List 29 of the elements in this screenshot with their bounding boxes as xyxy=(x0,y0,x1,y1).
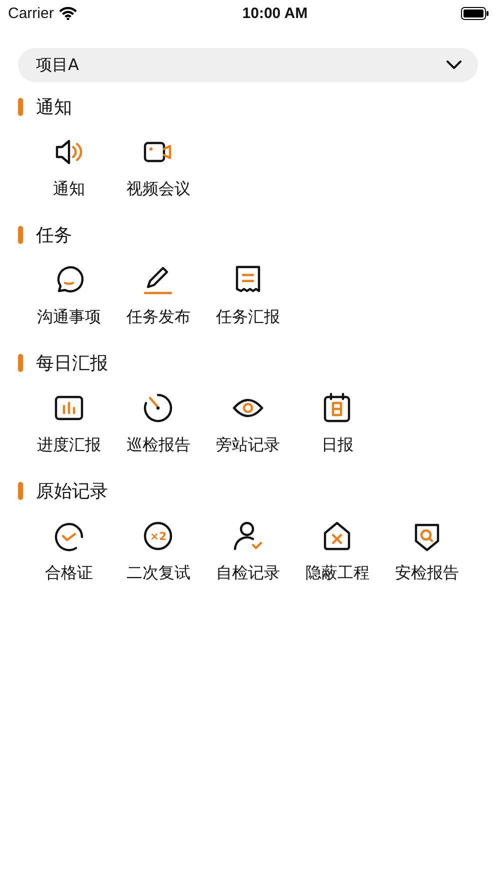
section-title: 每日汇报 xyxy=(36,352,108,375)
section-title: 任务 xyxy=(36,224,72,247)
section-marker xyxy=(18,354,23,372)
menu-item[interactable]: 任务发布 xyxy=(114,255,203,349)
menu-item[interactable]: 进度汇报 xyxy=(24,383,114,477)
chevron-down-icon xyxy=(446,60,462,70)
menu-item[interactable]: 安检报告 xyxy=(382,511,472,605)
wifi-icon xyxy=(58,6,77,20)
project-name: 项目A xyxy=(36,54,79,76)
menu-item[interactable]: 通知 xyxy=(24,127,114,221)
menu-item[interactable]: 日报 xyxy=(292,383,382,477)
menu-item[interactable]: 合格证 xyxy=(24,511,114,605)
menu-item[interactable]: 任务汇报 xyxy=(203,255,292,349)
section-marker xyxy=(18,482,23,500)
menu-item[interactable]: 隐蔽工程 xyxy=(292,511,382,605)
menu-item[interactable]: 旁站记录 xyxy=(203,383,292,477)
menu-item[interactable]: 巡检报告 xyxy=(114,383,203,477)
section-title: 原始记录 xyxy=(36,480,108,503)
section-marker xyxy=(18,226,23,244)
section-marker xyxy=(18,98,23,116)
carrier-name: Carrier xyxy=(8,4,54,22)
menu-item[interactable]: 视频会议 xyxy=(114,127,203,221)
battery-icon xyxy=(461,6,489,20)
menu-item[interactable]: 自检记录 xyxy=(203,511,292,605)
project-dropdown[interactable]: 项目A xyxy=(18,48,478,82)
clock-time: 10:00 AM xyxy=(242,4,308,22)
section-title: 通知 xyxy=(36,96,72,119)
menu-item[interactable]: 沟通事项 xyxy=(24,255,114,349)
menu-item[interactable]: ×2 二次复试 xyxy=(114,511,203,605)
